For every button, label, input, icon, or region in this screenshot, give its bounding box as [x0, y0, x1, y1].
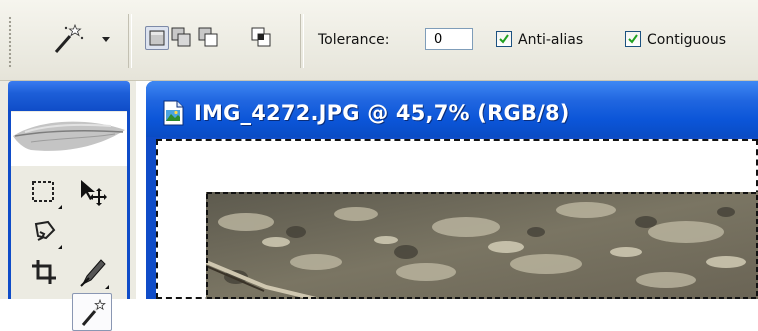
add-to-selection-icon [171, 27, 191, 47]
tolerance-input[interactable] [425, 28, 473, 50]
feather-icon [13, 121, 125, 151]
rect-marquee-tool[interactable] [24, 173, 64, 211]
options-bar-grip[interactable] [8, 16, 12, 68]
anti-alias-checkbox[interactable] [496, 31, 512, 47]
document-title: IMG_4272.JPG @ 45,7% (RGB/8) [194, 101, 570, 125]
tool-preset-picker[interactable] [40, 20, 120, 60]
checkmark-icon [628, 34, 638, 44]
anti-alias-label[interactable]: Anti-alias [518, 30, 583, 50]
intersect-selection-button[interactable] [250, 26, 274, 50]
add-to-selection-button[interactable] [170, 26, 194, 50]
flyout-indicator [105, 285, 109, 289]
document-titlebar[interactable]: IMG_4272.JPG @ 45,7% (RGB/8) [146, 81, 758, 137]
slice-tool[interactable] [71, 253, 111, 291]
new-selection-icon [149, 30, 165, 46]
options-bar: Tolerance: Anti-alias Contiguous [0, 0, 758, 81]
tolerance-label: Tolerance: [318, 32, 390, 48]
photo-image[interactable] [206, 192, 758, 299]
new-selection-button[interactable] [145, 26, 169, 50]
contiguous-checkbox[interactable] [625, 31, 641, 47]
separator [128, 14, 132, 68]
magic-wand-icon [54, 24, 84, 53]
toolbox-titlebar[interactable] [8, 81, 130, 111]
flyout-indicator [58, 205, 62, 209]
rect-marquee-icon [32, 181, 54, 202]
toolbox-logo[interactable] [11, 112, 127, 166]
move-tool[interactable] [71, 173, 111, 211]
lasso-tool[interactable] [24, 213, 64, 251]
subtract-from-selection-button[interactable] [197, 26, 221, 50]
crop-tool[interactable] [24, 253, 64, 291]
chevron-down-icon [102, 37, 110, 42]
flyout-indicator [58, 245, 62, 249]
subtract-from-selection-icon [198, 27, 218, 47]
intersect-selection-icon [251, 27, 271, 47]
checkmark-icon [499, 34, 509, 44]
magic-wand-icon [81, 299, 106, 326]
toolbox-panel [0, 81, 136, 331]
move-icon [81, 180, 107, 206]
contiguous-label[interactable]: Contiguous [647, 30, 726, 50]
image-document-icon [163, 100, 184, 126]
lasso-icon [34, 220, 56, 241]
slice-icon [80, 259, 106, 287]
separator [300, 14, 304, 68]
crop-icon [32, 260, 56, 284]
